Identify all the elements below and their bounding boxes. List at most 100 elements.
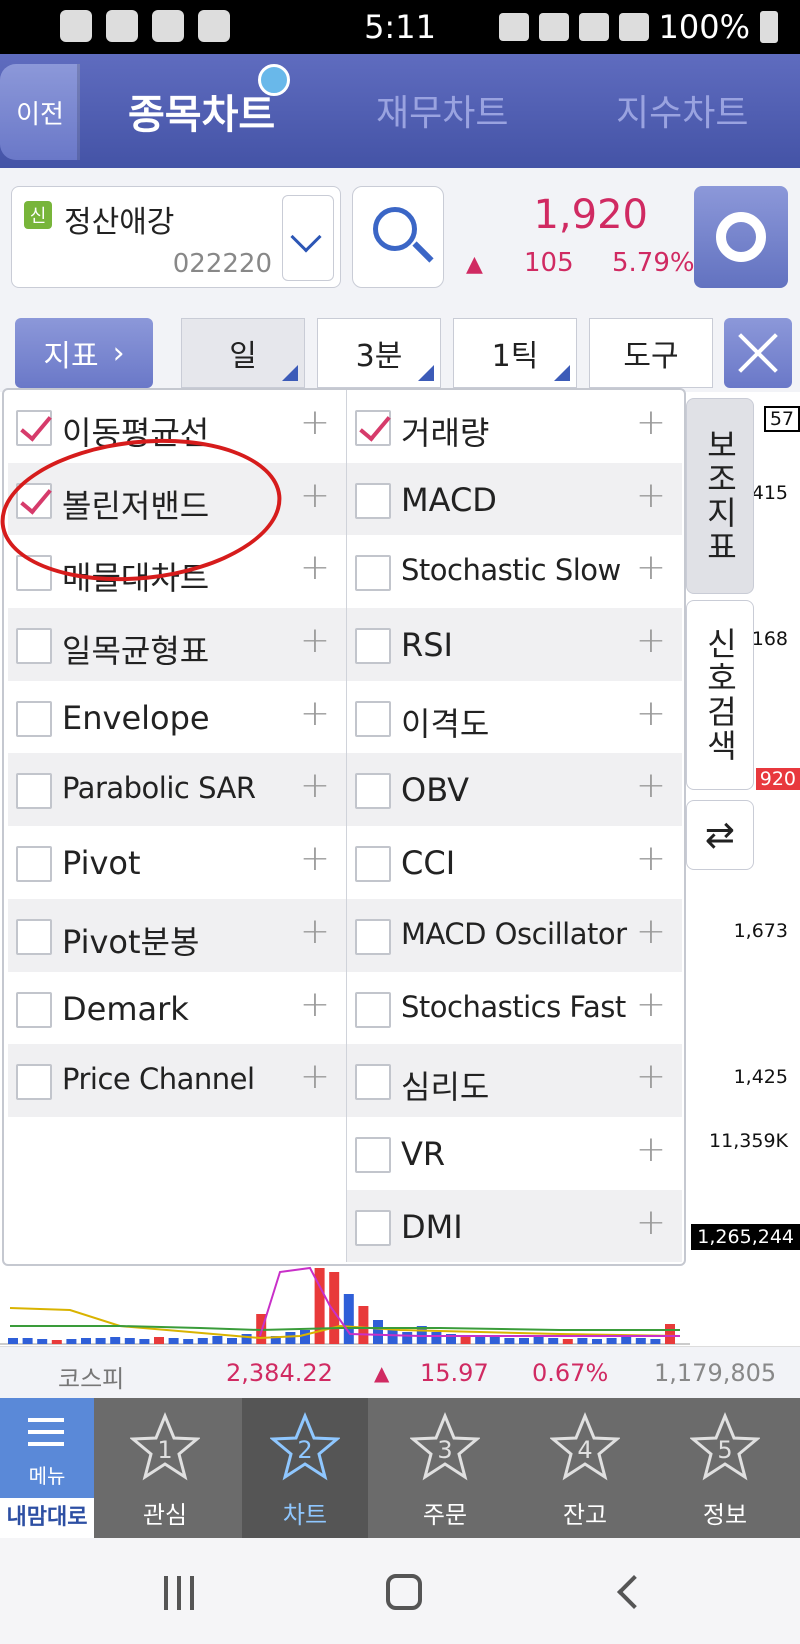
- add-indicator-icon[interactable]: +: [636, 620, 666, 661]
- add-indicator-icon[interactable]: +: [300, 402, 330, 443]
- indicator-row[interactable]: Envelope +: [8, 681, 346, 754]
- add-indicator-icon[interactable]: +: [636, 1056, 666, 1097]
- stock-selector[interactable]: 신 정산애강 022220: [11, 186, 341, 288]
- indicator-checkbox[interactable]: [355, 846, 391, 883]
- system-nav-bar: [0, 1538, 800, 1644]
- indicator-row[interactable]: 이동평균선 +: [8, 390, 346, 463]
- add-indicator-icon[interactable]: +: [636, 547, 666, 588]
- up-arrow-icon: ▲: [466, 252, 483, 277]
- index-ticker[interactable]: 코스피 2,384.22 ▲ 15.97 0.67% 1,179,805: [0, 1346, 800, 1398]
- indicator-row[interactable]: VR +: [347, 1117, 682, 1190]
- indicator-checkbox[interactable]: [16, 628, 52, 665]
- period-minute-button[interactable]: 3분: [317, 318, 441, 388]
- indicator-row[interactable]: Pivot분봉 +: [8, 898, 346, 972]
- indicator-checkbox[interactable]: [16, 410, 52, 446]
- tab-financial-chart[interactable]: 재무차트: [376, 84, 508, 136]
- add-indicator-icon[interactable]: +: [300, 911, 330, 952]
- stock-dropdown-button[interactable]: [282, 195, 334, 281]
- indicator-checkbox[interactable]: [16, 555, 52, 592]
- add-indicator-icon[interactable]: +: [300, 1056, 330, 1097]
- indicator-row[interactable]: 심리도 +: [347, 1044, 682, 1117]
- add-indicator-icon[interactable]: +: [636, 1129, 666, 1170]
- home-icon[interactable]: [386, 1574, 422, 1610]
- indicator-checkbox[interactable]: [16, 482, 52, 519]
- tools-button[interactable]: 도구: [589, 318, 713, 388]
- indicator-row[interactable]: 이격도 +: [347, 681, 682, 754]
- menu-label: 메뉴: [28, 1464, 66, 1488]
- indicator-row[interactable]: Stochastic Slow +: [347, 535, 682, 608]
- indicator-row[interactable]: Pivot +: [8, 826, 346, 899]
- indicator-checkbox[interactable]: [355, 1209, 391, 1246]
- nav-item-3[interactable]: 3 주문: [382, 1398, 508, 1538]
- add-indicator-icon[interactable]: +: [636, 984, 666, 1025]
- indicator-checkbox[interactable]: [355, 482, 391, 519]
- indicator-row[interactable]: 거래량 +: [347, 390, 682, 463]
- indicator-checkbox[interactable]: [355, 991, 391, 1028]
- tab-stock-chart[interactable]: 종목차트: [128, 82, 275, 140]
- indicator-row[interactable]: CCI +: [347, 826, 682, 899]
- indicator-checkbox[interactable]: [16, 918, 52, 955]
- indicator-row[interactable]: 매물대차트 +: [8, 535, 346, 608]
- indicator-checkbox[interactable]: [355, 410, 391, 446]
- indicator-checkbox[interactable]: [355, 700, 391, 737]
- indicator-checkbox[interactable]: [355, 1064, 391, 1101]
- nav-item-1[interactable]: 1 관심: [102, 1398, 228, 1538]
- add-indicator-icon[interactable]: +: [300, 475, 330, 516]
- tab-index-chart[interactable]: 지수차트: [616, 84, 748, 136]
- back-button[interactable]: 이전: [0, 64, 80, 160]
- indicator-checkbox[interactable]: [16, 773, 52, 810]
- add-indicator-icon[interactable]: +: [636, 765, 666, 806]
- menu-button[interactable]: 메뉴 내맘대로: [0, 1398, 94, 1538]
- nav-item-5[interactable]: 5 정보: [662, 1398, 788, 1538]
- add-indicator-icon[interactable]: +: [300, 765, 330, 806]
- indicator-row[interactable]: OBV +: [347, 753, 682, 827]
- settings-button[interactable]: [694, 186, 788, 288]
- indicator-checkbox[interactable]: [16, 846, 52, 883]
- indicator-row[interactable]: DMI +: [347, 1189, 682, 1263]
- period-tick-button[interactable]: 1틱: [453, 318, 577, 388]
- add-indicator-icon[interactable]: +: [636, 1202, 666, 1243]
- indicator-row[interactable]: Parabolic SAR +: [8, 753, 346, 827]
- add-indicator-icon[interactable]: +: [300, 547, 330, 588]
- aux-indicator-tab[interactable]: 보조지표: [686, 398, 754, 594]
- recent-apps-icon[interactable]: [164, 1576, 194, 1610]
- indicator-checkbox[interactable]: [355, 773, 391, 810]
- indicator-row[interactable]: Price Channel +: [8, 1044, 346, 1117]
- add-indicator-icon[interactable]: +: [300, 838, 330, 879]
- indicator-checkbox[interactable]: [355, 555, 391, 592]
- nav-item-2[interactable]: 2 차트: [242, 1398, 368, 1538]
- indicator-row[interactable]: MACD +: [347, 462, 682, 536]
- nav-item-4[interactable]: 4 잔고: [522, 1398, 648, 1538]
- indicator-row[interactable]: Demark +: [8, 972, 346, 1045]
- axis-label: 1,673: [733, 920, 788, 942]
- custom-menu-label[interactable]: 내맘대로: [0, 1498, 94, 1538]
- add-indicator-icon[interactable]: +: [636, 838, 666, 879]
- indicator-row[interactable]: Stochastics Fast +: [347, 972, 682, 1045]
- add-indicator-icon[interactable]: +: [300, 693, 330, 734]
- add-indicator-icon[interactable]: +: [636, 475, 666, 516]
- add-indicator-icon[interactable]: +: [636, 402, 666, 443]
- indicator-checkbox[interactable]: [355, 918, 391, 955]
- add-indicator-icon[interactable]: +: [636, 693, 666, 734]
- period-daily-button[interactable]: 일: [181, 318, 305, 388]
- fullscreen-button[interactable]: [724, 318, 792, 388]
- signal-search-tab[interactable]: 신호검색: [686, 600, 754, 790]
- add-indicator-icon[interactable]: +: [636, 911, 666, 952]
- stock-name: 정산애강: [64, 205, 175, 240]
- indicator-button[interactable]: 지표 ›: [15, 318, 153, 388]
- indicator-row[interactable]: RSI +: [347, 608, 682, 681]
- indicator-checkbox[interactable]: [16, 700, 52, 737]
- indicator-row[interactable]: 일목균형표 +: [8, 608, 346, 681]
- indicator-checkbox[interactable]: [355, 1136, 391, 1173]
- indicator-checkbox[interactable]: [16, 991, 52, 1028]
- indicator-row[interactable]: MACD Oscillator +: [347, 898, 682, 972]
- indicator-row[interactable]: 볼린저밴드 +: [8, 462, 346, 536]
- back-icon[interactable]: [617, 1575, 651, 1609]
- add-indicator-icon[interactable]: +: [300, 620, 330, 661]
- indicator-checkbox[interactable]: [355, 628, 391, 665]
- indicator-checkbox[interactable]: [16, 1064, 52, 1101]
- swap-button[interactable]: ⇄: [686, 800, 754, 870]
- volume-bar: [562, 1339, 573, 1344]
- add-indicator-icon[interactable]: +: [300, 984, 330, 1025]
- search-button[interactable]: [352, 186, 444, 288]
